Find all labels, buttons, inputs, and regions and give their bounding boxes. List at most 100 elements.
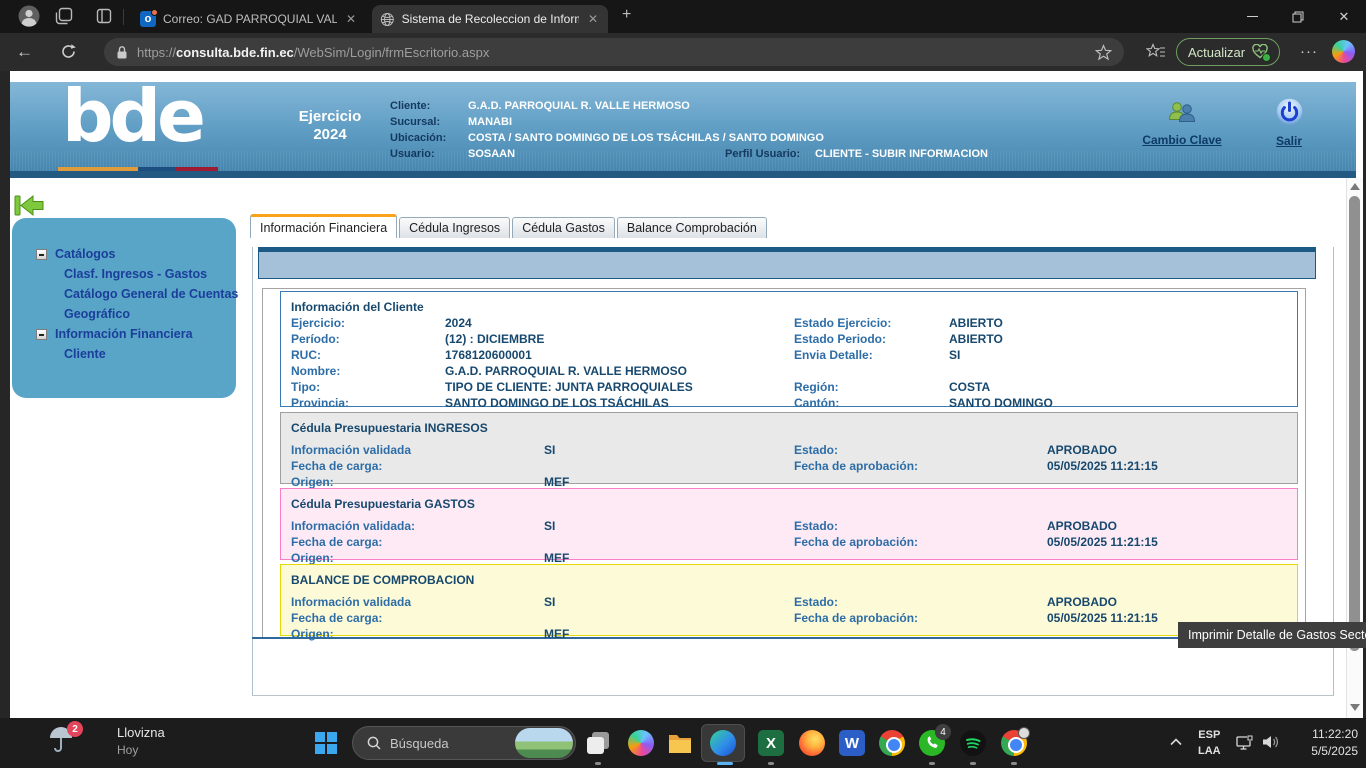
ubicacion-value: COSTA / SANTO DOMINGO DE LOS TSÁCHILAS /… [468, 130, 824, 146]
taskbar-edge-icon[interactable] [710, 730, 736, 756]
taskbar: 2 Llovizna Hoy Búsqueda X W [0, 718, 1366, 768]
tab-separator [123, 9, 124, 25]
taskbar-search[interactable]: Búsqueda [352, 726, 576, 760]
field-label: Nombre: [291, 364, 340, 378]
field-value: ABIERTO [949, 316, 1003, 330]
sidebar-item-label: Geográfico [64, 307, 130, 321]
field-value: SANTO DOMINGO DE LOS TSÁCHILAS [445, 396, 669, 410]
browser-menu-icon[interactable]: ··· [1300, 43, 1318, 60]
word-icon[interactable]: W [839, 730, 865, 756]
tab-app[interactable]: Sistema de Recoleccion de Inform ✕ [372, 5, 608, 33]
field-label: Origen: [291, 627, 334, 641]
bookmark-star-icon[interactable] [1095, 44, 1112, 61]
window-minimize-button[interactable] [1232, 0, 1272, 33]
refresh-button[interactable] [60, 43, 77, 60]
field-label: Fecha de aprobación: [794, 535, 918, 549]
browser-health-icon [1252, 44, 1268, 60]
back-button[interactable]: ← [16, 42, 33, 62]
window-close-button[interactable]: ✕ [1324, 0, 1364, 33]
clock-time: 11:22:20 [1312, 727, 1358, 741]
search-highlight-image[interactable] [515, 728, 573, 758]
cambio-clave-label: Cambio Clave [1132, 133, 1232, 147]
whatsapp-badge: 4 [935, 724, 951, 740]
volume-icon[interactable] [1262, 734, 1280, 750]
collapse-node-icon[interactable] [36, 249, 47, 260]
sidebar-item-clasf-ingresos-gastos[interactable]: Clasf. Ingresos - Gastos [12, 264, 236, 284]
workspaces-icon[interactable] [55, 7, 73, 25]
bde-header: bde Ejercicio 2024 Cliente:G.A.D. PARROQ… [10, 82, 1356, 178]
running-indicator [929, 762, 935, 765]
firefox-icon[interactable] [799, 730, 825, 756]
collapse-node-icon[interactable] [36, 329, 47, 340]
tooltip-text: Imprimir Detalle de Gastos Sector [1188, 628, 1366, 642]
tabpage-border-bottom [252, 695, 1334, 696]
sidebar-item-geografico[interactable]: Geográfico [12, 304, 236, 324]
copilot-icon[interactable] [1332, 40, 1355, 63]
sidebar-item-informacion-financiera[interactable]: Información Financiera [12, 324, 236, 344]
favorites-icon[interactable] [1146, 43, 1166, 61]
field-label: Origen: [291, 475, 334, 489]
task-view-button[interactable] [585, 730, 611, 756]
chrome-icon[interactable] [879, 730, 905, 756]
ubicacion-label: Ubicación: [390, 130, 468, 146]
field-value: 1768120600001 [445, 348, 532, 362]
sidebar-item-catalogos[interactable]: Catálogos [12, 244, 236, 264]
collapse-menu-arrow-icon[interactable] [14, 193, 44, 218]
screen: o Correo: GAD PARROQUIAL VALLE ✕ Sistema… [0, 0, 1366, 768]
tab-cedula-gastos[interactable]: Cédula Gastos [512, 217, 615, 238]
tab-app-close-icon[interactable]: ✕ [586, 12, 600, 26]
chrome-profile-icon[interactable] [1001, 730, 1027, 756]
sidebar-item-label: Catálogo General de Cuentas [64, 287, 238, 301]
cambio-clave-link[interactable]: Cambio Clave [1132, 100, 1232, 147]
new-tab-button[interactable]: + [622, 6, 631, 24]
tab-mail-close-icon[interactable]: ✕ [344, 12, 358, 26]
field-value: APROBADO [1047, 443, 1117, 457]
tab-mail[interactable]: o Correo: GAD PARROQUIAL VALLE ✕ [132, 5, 366, 33]
salir-link[interactable]: Salir [1254, 98, 1324, 148]
sidebar-item-cliente[interactable]: Cliente [12, 344, 236, 364]
field-label: Fecha de carga: [291, 611, 382, 625]
sidebar-item-catalogo-general-cuentas[interactable]: Catálogo General de Cuentas [12, 284, 236, 304]
tab-actions-icon[interactable] [96, 8, 112, 24]
sucursal-value: MANABI [468, 114, 512, 130]
window-restore-button[interactable] [1278, 0, 1318, 33]
web-page: bde Ejercicio 2024 Cliente:G.A.D. PARROQ… [0, 71, 1366, 718]
network-icon[interactable] [1236, 734, 1254, 752]
scrollbar-down-arrow[interactable] [1350, 704, 1360, 711]
scrollbar-up-arrow[interactable] [1350, 183, 1360, 190]
excel-icon[interactable]: X [758, 730, 784, 756]
start-button[interactable] [315, 732, 337, 754]
url-bar[interactable]: https://consulta.bde.fin.ec/WebSim/Login… [104, 38, 1124, 66]
logo-underline-red [176, 167, 218, 171]
tab-balance-comprobacion[interactable]: Balance Comprobación [617, 217, 767, 238]
panel-title: Cédula Presupuestaria INGRESOS [291, 421, 488, 435]
browser-tabstrip: o Correo: GAD PARROQUIAL VALLE ✕ Sistema… [0, 0, 1366, 33]
taskbar-copilot-icon[interactable] [628, 730, 654, 756]
field-value: 05/05/2025 11:21:15 [1047, 611, 1158, 625]
tray-chevron-icon[interactable] [1170, 738, 1182, 746]
scrollbar-thumb[interactable] [1349, 196, 1360, 651]
ejercicio-title: Ejercicio 2024 [280, 108, 380, 144]
url-prefix: https:// [137, 45, 176, 60]
actualizar-button[interactable]: Actualizar [1176, 38, 1280, 66]
running-indicator [768, 762, 774, 765]
language-indicator[interactable]: ESP LAA [1198, 727, 1221, 759]
field-label: Información validada: [291, 519, 415, 533]
globe-icon [380, 12, 395, 27]
cedula-gastos-panel: Cédula Presupuestaria GASTOS Información… [280, 488, 1298, 560]
logo-underline-blue [138, 167, 176, 171]
sidebar-item-label: Información Financiera [55, 327, 193, 341]
edge-running-indicator [717, 762, 733, 765]
running-indicator [1011, 762, 1017, 765]
weather-day: Hoy [117, 743, 138, 757]
tab-informacion-financiera[interactable]: Información Financiera [250, 214, 397, 238]
profile-avatar-icon[interactable] [18, 5, 40, 27]
file-explorer-icon[interactable] [667, 730, 693, 756]
weather-condition[interactable]: Llovizna [117, 725, 165, 740]
spotify-icon[interactable] [960, 730, 986, 756]
tab-cedula-ingresos[interactable]: Cédula Ingresos [399, 217, 510, 238]
field-label: Estado: [794, 595, 838, 609]
field-value: APROBADO [1047, 519, 1117, 533]
url-domain: consulta.bde.fin.ec [176, 45, 294, 60]
clock[interactable]: 11:22:20 5/5/2025 [1292, 726, 1358, 760]
